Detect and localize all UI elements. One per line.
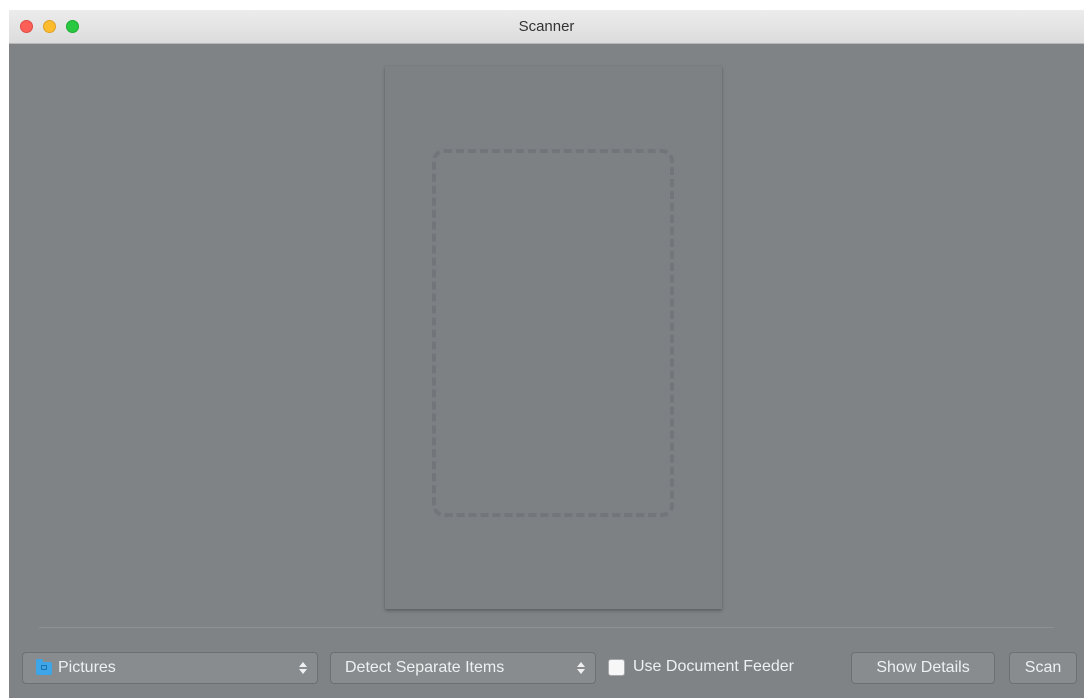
scanner-window: Scanner Pictures Detect Separate Items U… — [9, 10, 1084, 698]
detect-items-popup[interactable]: Detect Separate Items — [330, 652, 596, 684]
folder-icon — [36, 659, 52, 675]
window-title: Scanner — [518, 18, 575, 35]
scan-button[interactable]: Scan — [1009, 652, 1077, 684]
title-bar: Scanner — [9, 10, 1084, 44]
scanner-bed-preview — [385, 66, 722, 609]
document-feeder-checkbox[interactable] — [608, 658, 625, 676]
show-details-button[interactable]: Show Details — [851, 652, 995, 684]
use-document-feeder-option[interactable]: Use Document Feeder — [608, 655, 794, 679]
destination-popup[interactable]: Pictures — [22, 652, 318, 684]
destination-popup-label: Pictures — [58, 659, 116, 676]
document-feeder-label: Use Document Feeder — [633, 658, 794, 675]
detect-items-popup-label: Detect Separate Items — [345, 659, 505, 676]
bottom-separator — [39, 627, 1054, 628]
scan-selection-area[interactable] — [432, 149, 674, 517]
updown-arrows-icon — [577, 662, 585, 674]
updown-arrows-icon — [299, 662, 307, 674]
scan-preview-area: Pictures Detect Separate Items Use Docum… — [9, 44, 1084, 698]
